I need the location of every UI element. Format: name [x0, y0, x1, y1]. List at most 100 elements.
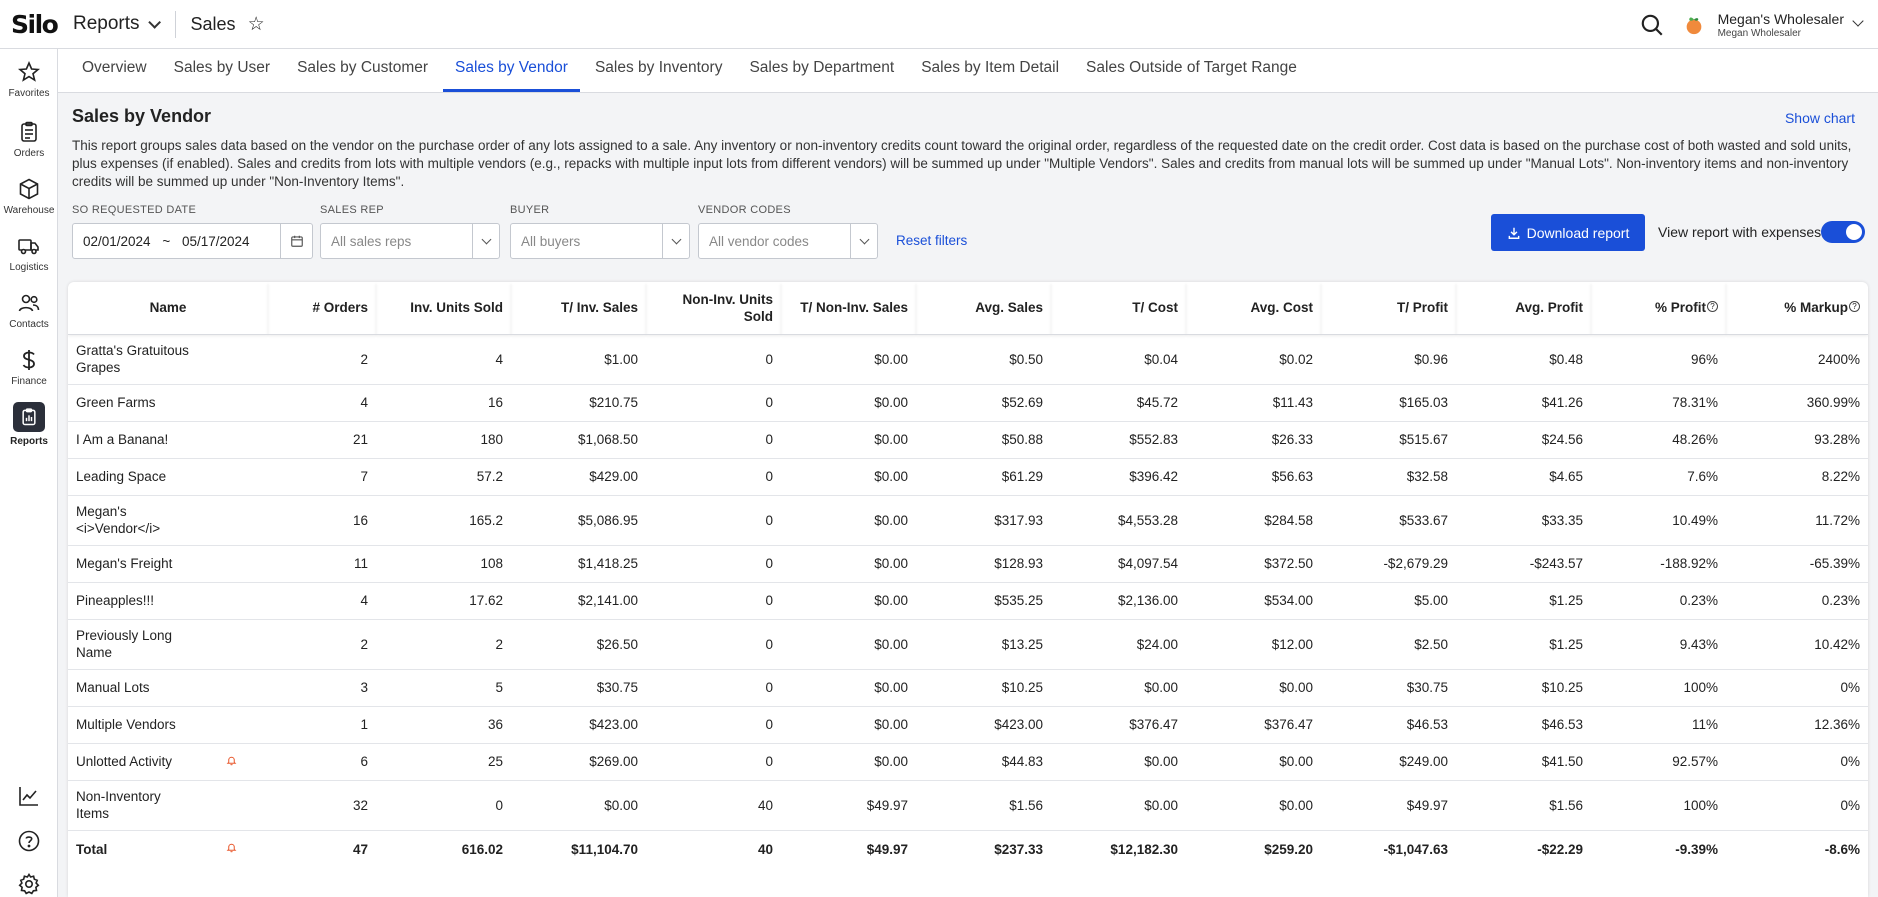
table-cell: $376.47	[1051, 706, 1186, 744]
reset-filters-link[interactable]: Reset filters	[896, 233, 967, 248]
table-cell: 57.2	[376, 458, 511, 496]
column-header[interactable]: Avg. Profit	[1456, 282, 1591, 335]
tab-overview[interactable]: Overview	[70, 59, 159, 92]
table-row[interactable]: Unlotted Activity 6 25 $269.00 0 $0.00 $44.83 $…	[68, 743, 1868, 781]
date-range-picker[interactable]: 02/01/2024 ~ 05/17/2024	[72, 223, 313, 259]
table-cell: 0%	[1726, 669, 1868, 707]
buyer-select[interactable]: All buyers	[510, 223, 690, 259]
table-cell: $52.69	[916, 384, 1051, 422]
column-header[interactable]: % Profit?	[1591, 282, 1726, 335]
table-cell: $1.56	[916, 780, 1051, 831]
show-chart-link[interactable]: Show chart	[1785, 110, 1855, 126]
peach-avatar-icon[interactable]	[1683, 14, 1705, 36]
table-row[interactable]: Gratta's Gratuitous Grapes 2 4 $1.00 0 $0.00 $…	[68, 334, 1868, 385]
table-cell: 48.26%	[1591, 421, 1726, 459]
column-header[interactable]: Name	[68, 282, 268, 335]
tab-sales-by-vendor[interactable]: Sales by Vendor	[443, 59, 580, 92]
table-row[interactable]: I Am a Banana! 21 180 $1,068.50 0 $0.00 $50.88…	[68, 421, 1868, 459]
column-header[interactable]: T/ Inv. Sales	[511, 282, 646, 335]
column-header[interactable]: Avg. Cost	[1186, 282, 1321, 335]
table-cell: 32	[268, 780, 376, 831]
sidebar-item-contacts[interactable]: Contacts	[0, 291, 58, 330]
alert-bell-icon[interactable]	[226, 753, 237, 765]
sidebar-item-analytics[interactable]	[0, 784, 58, 808]
vendor-codes-dropdown-button[interactable]	[850, 224, 877, 258]
table-cell: $46.53	[1456, 706, 1591, 744]
sidebar-item-help[interactable]	[0, 829, 58, 853]
vendor-name: Pineapples!!!	[76, 593, 155, 608]
column-header[interactable]: T/ Cost	[1051, 282, 1186, 335]
chevron-down-icon[interactable]	[1852, 14, 1864, 27]
sidebar-item-reports[interactable]: Reports	[0, 402, 58, 447]
box-icon	[19, 178, 39, 200]
sidebar-item-finance[interactable]: Finance	[0, 348, 58, 387]
column-header[interactable]: Avg. Sales	[916, 282, 1051, 335]
table-row[interactable]: Megan's <i>Vendor</i> 16 165.2 $5,086.95 0 $0…	[68, 495, 1868, 546]
help-icon[interactable]: ?	[1707, 301, 1718, 313]
column-header[interactable]: Inv. Units Sold	[376, 282, 511, 335]
tab-sales-by-user[interactable]: Sales by User	[162, 59, 282, 92]
sidebar-item-logistics[interactable]: Logistics	[0, 234, 58, 273]
account-switcher[interactable]: Megan's Wholesaler Megan Wholesaler	[1718, 11, 1844, 39]
table-row[interactable]: Leading Space 7 57.2 $429.00 0 $0.00 $61.29 $39…	[68, 458, 1868, 496]
table-row[interactable]: Non-Inventory Items 32 0 $0.00 40 $49.97 $1.56…	[68, 780, 1868, 831]
column-header-label: Avg. Sales	[975, 300, 1043, 316]
tab-sales-by-customer[interactable]: Sales by Customer	[285, 59, 440, 92]
table-row[interactable]: Green Farms 4 16 $210.75 0 $0.00 $52.69 $45.72 $…	[68, 384, 1868, 422]
column-header[interactable]: % Markup?	[1726, 282, 1868, 335]
sidebar-item-settings[interactable]	[0, 872, 58, 896]
table-row[interactable]: Multiple Vendors 1 36 $423.00 0 $0.00 $423.00 $…	[68, 706, 1868, 744]
sales-by-vendor-table: Name # Orders Inv. Units Sold T/ Inv. Sales…	[68, 282, 1868, 897]
table-row[interactable]: Previously Long Name 2 2 $26.50 0 $0.00 $13.25…	[68, 619, 1868, 670]
help-circle-icon	[18, 830, 40, 852]
alert-bell-icon[interactable]	[226, 840, 237, 853]
calendar-button[interactable]	[280, 224, 312, 258]
clipboard-icon	[21, 121, 37, 142]
vendor-codes-select[interactable]: All vendor codes	[698, 223, 878, 259]
table-cell: -$2,679.29	[1321, 545, 1456, 583]
help-icon[interactable]: ?	[1849, 301, 1860, 313]
tab-sales-by-department[interactable]: Sales by Department	[737, 59, 906, 92]
sales-rep-dropdown-button[interactable]	[472, 224, 499, 258]
tab-sales-by-item-detail[interactable]: Sales by Item Detail	[909, 59, 1071, 92]
download-report-button[interactable]: Download report	[1491, 214, 1645, 251]
app-logo[interactable]: Silo	[11, 10, 71, 39]
vendor-name: Multiple Vendors	[76, 717, 176, 732]
table-cell: $12.00	[1186, 619, 1321, 670]
report-icon	[22, 408, 36, 426]
column-header[interactable]: Non-Inv. Units Sold	[646, 282, 781, 335]
date-to: 05/17/2024	[182, 233, 250, 249]
table-cell: $26.50	[511, 619, 646, 670]
buyer-dropdown-button[interactable]	[662, 224, 689, 258]
table-cell: $237.33	[994, 841, 1043, 857]
tab-sales-outside-target-range[interactable]: Sales Outside of Target Range	[1074, 59, 1309, 92]
table-cell: $128.93	[916, 545, 1051, 583]
table-cell: 0	[646, 545, 781, 583]
table-cell: $11.43	[1186, 384, 1321, 422]
search-icon[interactable]	[1639, 12, 1665, 38]
sales-rep-select[interactable]: All sales reps	[320, 223, 500, 259]
table-cell: $249.00	[1321, 743, 1456, 781]
table-cell: $45.72	[1051, 384, 1186, 422]
tab-sales-by-inventory[interactable]: Sales by Inventory	[583, 59, 735, 92]
table-row[interactable]: Pineapples!!! 4 17.62 $2,141.00 0 $0.00 $535.2…	[68, 582, 1868, 620]
table-cell: $0.00	[781, 334, 916, 385]
column-header[interactable]: T/ Non-Inv. Sales	[781, 282, 916, 335]
table-cell: $49.97	[866, 841, 908, 857]
table-cell: 40	[757, 841, 773, 857]
expenses-toggle[interactable]	[1821, 221, 1865, 243]
table-cell: $5.00	[1321, 582, 1456, 620]
table-row[interactable]: Manual Lots 3 5 $30.75 0 $0.00 $10.25 $0.00 $0.0…	[68, 669, 1868, 707]
table-cell: 6	[268, 743, 376, 781]
table-cell: $12,182.30	[1110, 841, 1178, 857]
star-icon[interactable]: ☆	[248, 15, 265, 34]
table-cell: 25	[376, 743, 511, 781]
section-dropdown[interactable]: Reports	[73, 13, 161, 35]
column-header[interactable]: T/ Profit	[1321, 282, 1456, 335]
table-row[interactable]: Megan's Freight 11 108 $1,418.25 0 $0.00 $128.…	[68, 545, 1868, 583]
table-total-row[interactable]: Total 47 616.02 $11,104.70 40 $49.97 $237.33 $1…	[68, 830, 1868, 868]
sidebar-item-warehouse[interactable]: Warehouse	[0, 177, 58, 216]
column-header[interactable]: # Orders	[268, 282, 376, 335]
sidebar-item-orders[interactable]: Orders	[0, 120, 58, 159]
sidebar-item-favorites[interactable]: Favorites	[0, 60, 58, 99]
